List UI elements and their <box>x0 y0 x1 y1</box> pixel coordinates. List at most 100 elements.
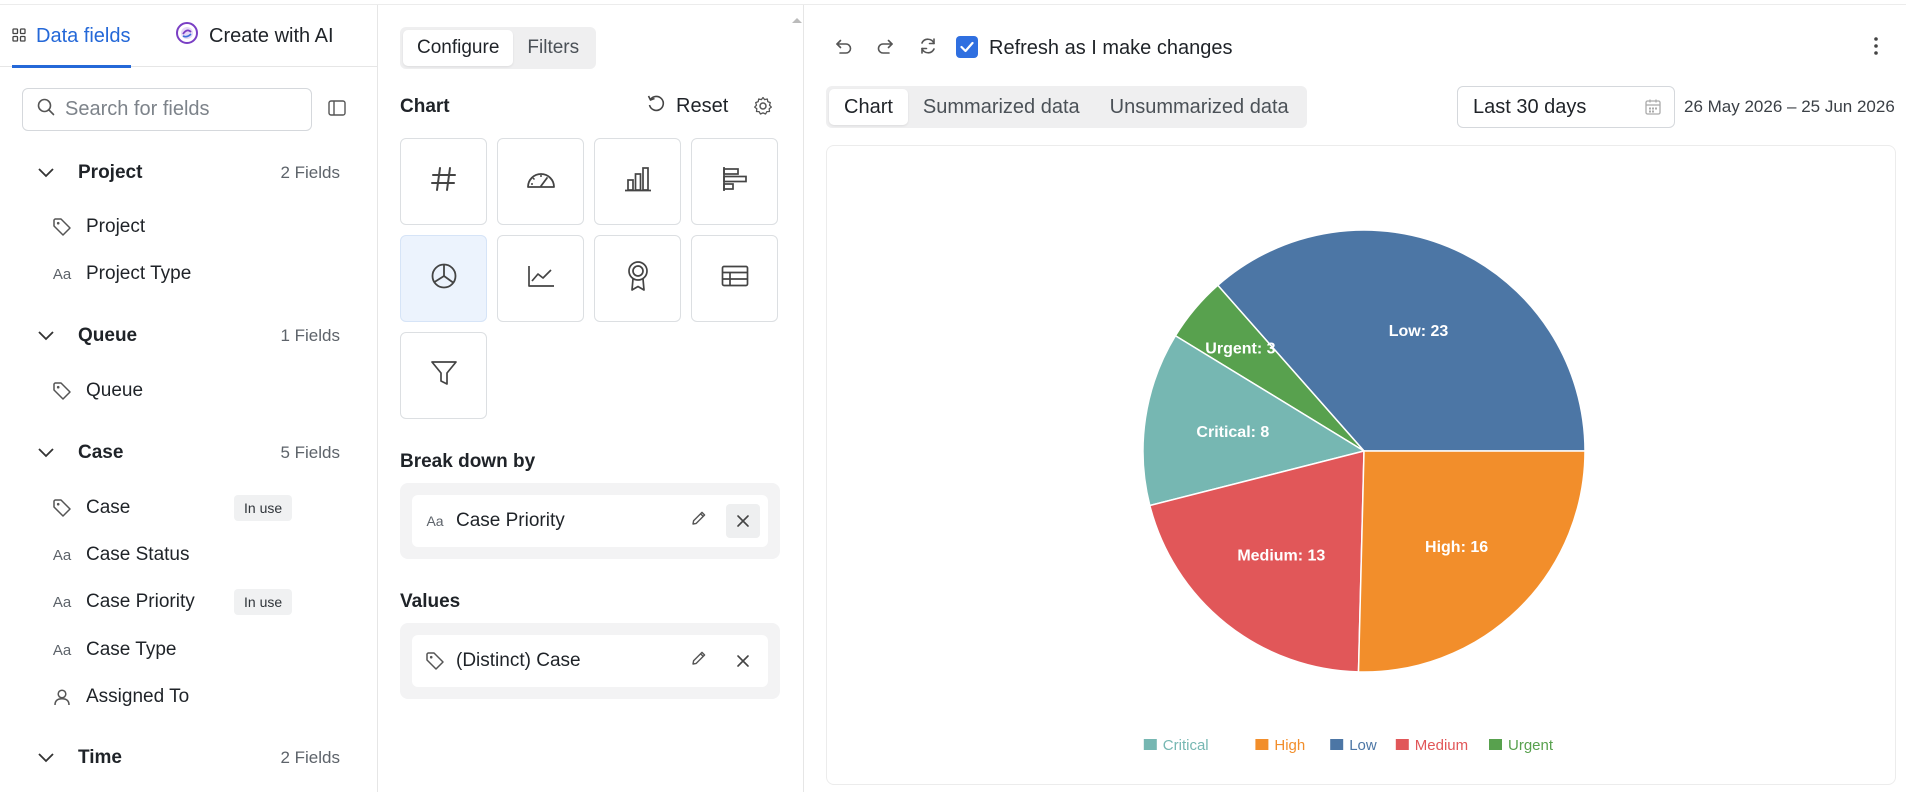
group-field-count: 5 Fields <box>280 443 340 462</box>
legend-item-low[interactable]: Low <box>1349 737 1377 754</box>
tag-icon <box>50 498 74 518</box>
reset-button[interactable]: Reset <box>646 93 728 119</box>
field-item-case-type[interactable]: Aa Case Type <box>50 639 300 661</box>
group-name: Project <box>78 162 143 183</box>
field-label: Case Priority <box>86 591 195 612</box>
chart-type-pie[interactable] <box>400 235 487 322</box>
pie-data-label-critical: Critical: 8 <box>1196 424 1269 441</box>
close-icon[interactable] <box>726 644 760 678</box>
date-range-select[interactable]: Last 30 days <box>1457 86 1675 128</box>
chart-type-number[interactable] <box>400 138 487 225</box>
field-item-queue[interactable]: Queue <box>50 380 300 402</box>
close-icon[interactable] <box>726 504 760 538</box>
chart-type-horizontal-bar[interactable] <box>691 138 778 225</box>
redo-icon[interactable] <box>875 35 897 63</box>
chevron-down-icon <box>38 442 56 464</box>
field-item-project-type[interactable]: Aa Project Type <box>50 263 300 285</box>
sidebar-toggle-icon[interactable] <box>328 100 346 122</box>
legend-item-high[interactable]: High <box>1274 737 1305 754</box>
pie-slice-high[interactable] <box>1357 450 1586 673</box>
pencil-icon[interactable] <box>690 509 708 533</box>
preview-panel: Refresh as I make changes Chart Summariz… <box>804 5 1906 792</box>
breakdown-dropzone: Aa Case Priority <box>400 483 780 559</box>
values-field-pill[interactable]: (Distinct) Case <box>412 635 768 687</box>
breakdown-field-label: Case Priority <box>456 510 565 531</box>
calendar-icon <box>1644 98 1662 122</box>
pie-data-label-high: High: 16 <box>1425 539 1488 556</box>
pie-data-label-medium: Medium: 13 <box>1237 548 1325 565</box>
field-item-project[interactable]: Project <box>50 216 300 238</box>
chart-section-title: Chart <box>400 96 450 117</box>
pie-chart-icon <box>430 262 458 296</box>
text-type-icon: Aa <box>426 513 444 529</box>
collapse-caret-icon[interactable] <box>790 8 804 30</box>
legend-swatch-low <box>1330 739 1344 750</box>
chart-type-table[interactable] <box>691 235 778 322</box>
config-panel: Configure Filters Chart Reset Break down… <box>378 5 804 792</box>
legend-swatch-critical <box>1143 739 1157 750</box>
search-input[interactable] <box>65 98 295 121</box>
legend-item-medium[interactable]: Medium <box>1415 737 1468 754</box>
field-label: Project Type <box>86 263 192 284</box>
refresh-checkbox[interactable] <box>956 36 978 58</box>
field-label: Case Status <box>86 544 190 565</box>
tab-summarized-data[interactable]: Summarized data <box>908 89 1095 125</box>
tab-create-with-ai[interactable]: Create with AI <box>175 5 334 67</box>
group-field-count: 1 Fields <box>280 326 340 345</box>
chart-type-award[interactable] <box>594 235 681 322</box>
group-header-project[interactable]: Project 2 Fields <box>38 162 340 184</box>
user-icon <box>50 688 74 706</box>
text-type-icon: Aa <box>52 546 72 564</box>
undo-arrow-icon <box>646 93 666 119</box>
chart-type-funnel[interactable] <box>400 332 487 419</box>
group-header-time[interactable]: Time 2 Fields <box>38 747 340 769</box>
field-label: Case <box>86 497 131 518</box>
reset-label: Reset <box>676 94 729 117</box>
breakdown-field-pill[interactable]: Aa Case Priority <box>412 495 768 547</box>
tag-icon <box>50 381 74 401</box>
tag-icon <box>424 651 446 671</box>
tab-configure[interactable]: Configure <box>403 30 514 66</box>
values-title: Values <box>400 591 461 612</box>
undo-icon[interactable] <box>832 35 854 63</box>
legend-item-critical[interactable]: Critical <box>1163 737 1209 754</box>
chart-type-gauge[interactable] <box>497 138 584 225</box>
field-item-case-status[interactable]: Aa Case Status <box>50 544 300 566</box>
more-options-icon[interactable] <box>1873 35 1879 63</box>
tab-create-with-ai-label: Create with AI <box>209 24 334 47</box>
bar-chart-icon <box>624 166 652 198</box>
field-item-assigned-to[interactable]: Assigned To <box>50 686 300 708</box>
chart-type-bar[interactable] <box>594 138 681 225</box>
group-name: Time <box>78 747 123 768</box>
tab-filters[interactable]: Filters <box>513 30 593 66</box>
legend-swatch-urgent <box>1489 739 1502 750</box>
group-name: Queue <box>78 325 138 346</box>
date-range-text: 26 May 2026 – 25 Jun 2026 <box>1684 97 1895 116</box>
legend-item-urgent[interactable]: Urgent <box>1508 737 1554 754</box>
chart-type-line[interactable] <box>497 235 584 322</box>
tab-unsummarized-data[interactable]: Unsummarized data <box>1095 89 1304 125</box>
search-icon <box>37 98 55 122</box>
refresh-icon[interactable] <box>917 35 939 63</box>
tab-chart[interactable]: Chart <box>829 89 908 125</box>
pie-chart: Low: 23 Urgent: 3 Critical: 8 Medium: 13 Hig… <box>1142 229 1586 754</box>
group-header-queue[interactable]: Queue 1 Fields <box>38 325 340 347</box>
ai-sparkle-icon <box>175 21 199 51</box>
field-label: Project <box>86 216 146 237</box>
breakdown-title: Break down by <box>400 451 536 472</box>
field-label: Queue <box>86 380 144 401</box>
gear-icon[interactable] <box>753 96 773 122</box>
line-chart-icon <box>527 264 555 294</box>
group-field-count: 2 Fields <box>280 748 340 767</box>
config-tabs: Configure Filters <box>400 27 597 69</box>
group-header-case[interactable]: Case 5 Fields <box>38 442 340 464</box>
in-use-badge: In use <box>234 495 293 521</box>
view-tabs: Chart Summarized data Unsummarized data <box>826 86 1307 128</box>
text-type-icon: Aa <box>52 641 72 659</box>
pie-data-label-low: Low: 23 <box>1389 323 1449 340</box>
text-type-icon: Aa <box>52 265 72 283</box>
pencil-icon[interactable] <box>690 649 708 673</box>
tab-data-fields[interactable]: Data fields <box>12 5 131 68</box>
chevron-down-icon <box>38 747 56 769</box>
field-search[interactable] <box>22 88 312 131</box>
